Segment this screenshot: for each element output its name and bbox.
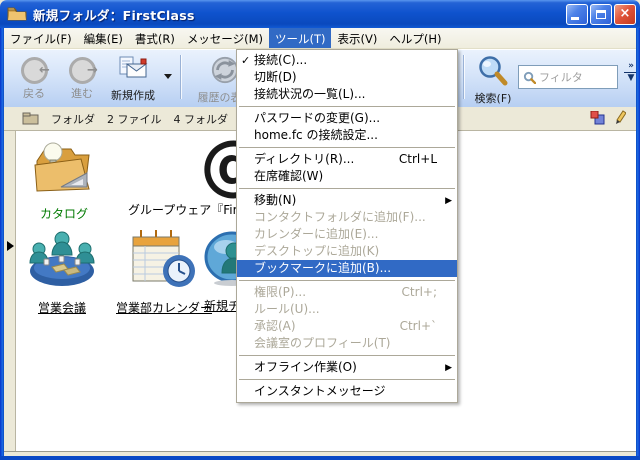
menu-edit[interactable]: 編集(E) — [78, 28, 129, 48]
search-button[interactable]: 検索(F) — [470, 55, 516, 106]
maximize-button[interactable] — [590, 4, 612, 25]
window-frame-left — [0, 28, 4, 460]
menu-item-add-to-desktop[interactable]: デスクトップに追加(K) — [237, 243, 457, 260]
menu-item-disconnect[interactable]: 切断(D) — [237, 69, 457, 86]
new-message-dropdown-arrow[interactable] — [164, 74, 172, 79]
folder-icon — [22, 112, 39, 125]
menu-item-presence-check[interactable]: 在席確認(W) — [237, 168, 457, 185]
menu-item-connect[interactable]: ✓ 接続(C)... — [237, 52, 457, 69]
menu-tools[interactable]: ツール(T) — [269, 28, 332, 48]
view-layout-icon[interactable] — [590, 111, 606, 126]
window-frame-bottom — [0, 456, 640, 460]
menu-help[interactable]: ヘルプ(H) — [383, 28, 447, 48]
pane-expand-arrow-icon[interactable] — [7, 241, 14, 251]
menu-item-move[interactable]: 移動(N) ▶ — [237, 192, 457, 209]
desktop-item-sales-meeting[interactable]: 営業会議 — [22, 229, 102, 316]
desktop-item-label: カタログ — [26, 205, 102, 222]
back-button[interactable]: ← 戻る — [12, 57, 56, 101]
edit-pencil-icon[interactable] — [614, 110, 626, 126]
menu-item-offline-work[interactable]: オフライン作業(O) ▶ — [237, 359, 457, 376]
window-frame-right — [636, 28, 640, 460]
filter-input[interactable] — [539, 71, 609, 84]
desktop-item-sales-calendar[interactable]: 営業部カレンダー — [116, 225, 208, 316]
infobar-folder-count: 4 フォルダ — [174, 111, 229, 127]
window-folder-icon — [7, 6, 27, 22]
infobar-kind: フォルダ — [51, 111, 95, 127]
new-message-icon — [117, 55, 149, 83]
forward-icon: → — [69, 57, 96, 84]
window-title: 新規フォルダ：FirstClass — [33, 5, 195, 24]
back-icon: ← — [21, 57, 48, 84]
menu-message[interactable]: メッセージ(M) — [181, 28, 269, 48]
menu-item-approval[interactable]: 承認(A) Ctrl+` — [237, 318, 457, 335]
menu-item-add-to-contacts[interactable]: コンタクトフォルダに追加(F)... — [237, 209, 457, 226]
menu-item-directory[interactable]: ディレクトリ(R)... Ctrl+L — [237, 151, 457, 168]
menu-separator — [239, 355, 455, 356]
menu-view[interactable]: 表示(V) — [331, 28, 383, 48]
menu-item-conference-profile[interactable]: 会議室のプロフィール(T) — [237, 335, 457, 352]
catalog-icon — [31, 139, 97, 197]
menu-item-rules[interactable]: ルール(U)... — [237, 301, 457, 318]
toolbar-separator — [463, 55, 464, 99]
menu-item-instant-message[interactable]: インスタントメッセージ — [237, 383, 457, 400]
submenu-arrow-icon: ▶ — [445, 360, 452, 377]
new-message-button[interactable]: 新規作成 — [104, 55, 162, 103]
close-button[interactable]: × — [614, 4, 636, 25]
shortcut-label: Ctrl+L — [399, 151, 437, 168]
minimize-button[interactable] — [566, 4, 588, 25]
infobar-file-count: 2 ファイル — [107, 111, 162, 127]
menu-file[interactable]: ファイル(F) — [4, 28, 78, 48]
menu-separator — [239, 147, 455, 148]
calendar-clock-icon — [125, 225, 199, 291]
menu-item-add-to-bookmarks[interactable]: ブックマークに追加(B)... — [237, 260, 457, 277]
menu-bar: ファイル(F) 編集(E) 書式(R) メッセージ(M) ツール(T) 表示(V… — [4, 28, 636, 49]
check-icon: ✓ — [241, 52, 250, 69]
toolbar-separator — [180, 55, 181, 99]
tools-menu: ✓ 接続(C)... 切断(D) 接続状況の一覧(L)... パスワードの変更(… — [236, 49, 458, 403]
forward-button[interactable]: → 進む — [60, 57, 104, 101]
meeting-icon — [26, 229, 98, 291]
shortcut-label: Ctrl+` — [400, 318, 437, 335]
title-bar[interactable]: 新規フォルダ：FirstClass × — [0, 0, 640, 28]
menu-separator — [239, 106, 455, 107]
menu-separator — [239, 188, 455, 189]
menu-separator — [239, 379, 455, 380]
split-pane-strip — [4, 131, 16, 451]
menu-item-connection-status[interactable]: 接続状況の一覧(L)... — [237, 86, 457, 103]
desktop-item-catalog[interactable]: カタログ — [26, 139, 102, 222]
menu-item-change-password[interactable]: パスワードの変更(G)... — [237, 110, 457, 127]
menu-format[interactable]: 書式(R) — [129, 28, 181, 48]
shortcut-label: Ctrl+; — [402, 284, 437, 301]
search-icon — [477, 55, 509, 86]
app-window: 新規フォルダ：FirstClass × ファイル(F) 編集(E) 書式(R) … — [0, 0, 640, 460]
menu-item-permissions[interactable]: 権限(P)... Ctrl+; — [237, 284, 457, 301]
filter-field — [518, 65, 618, 89]
submenu-arrow-icon: ▶ — [445, 193, 452, 210]
desktop-item-label: 営業部カレンダー — [116, 299, 208, 316]
menu-item-homefc-settings[interactable]: home.fc の接続設定... — [237, 127, 457, 144]
filter-magnifier-icon — [523, 71, 536, 84]
menu-item-add-to-calendar[interactable]: カレンダーに追加(E)... — [237, 226, 457, 243]
menu-separator — [239, 280, 455, 281]
desktop-item-label: 営業会議 — [22, 299, 102, 316]
